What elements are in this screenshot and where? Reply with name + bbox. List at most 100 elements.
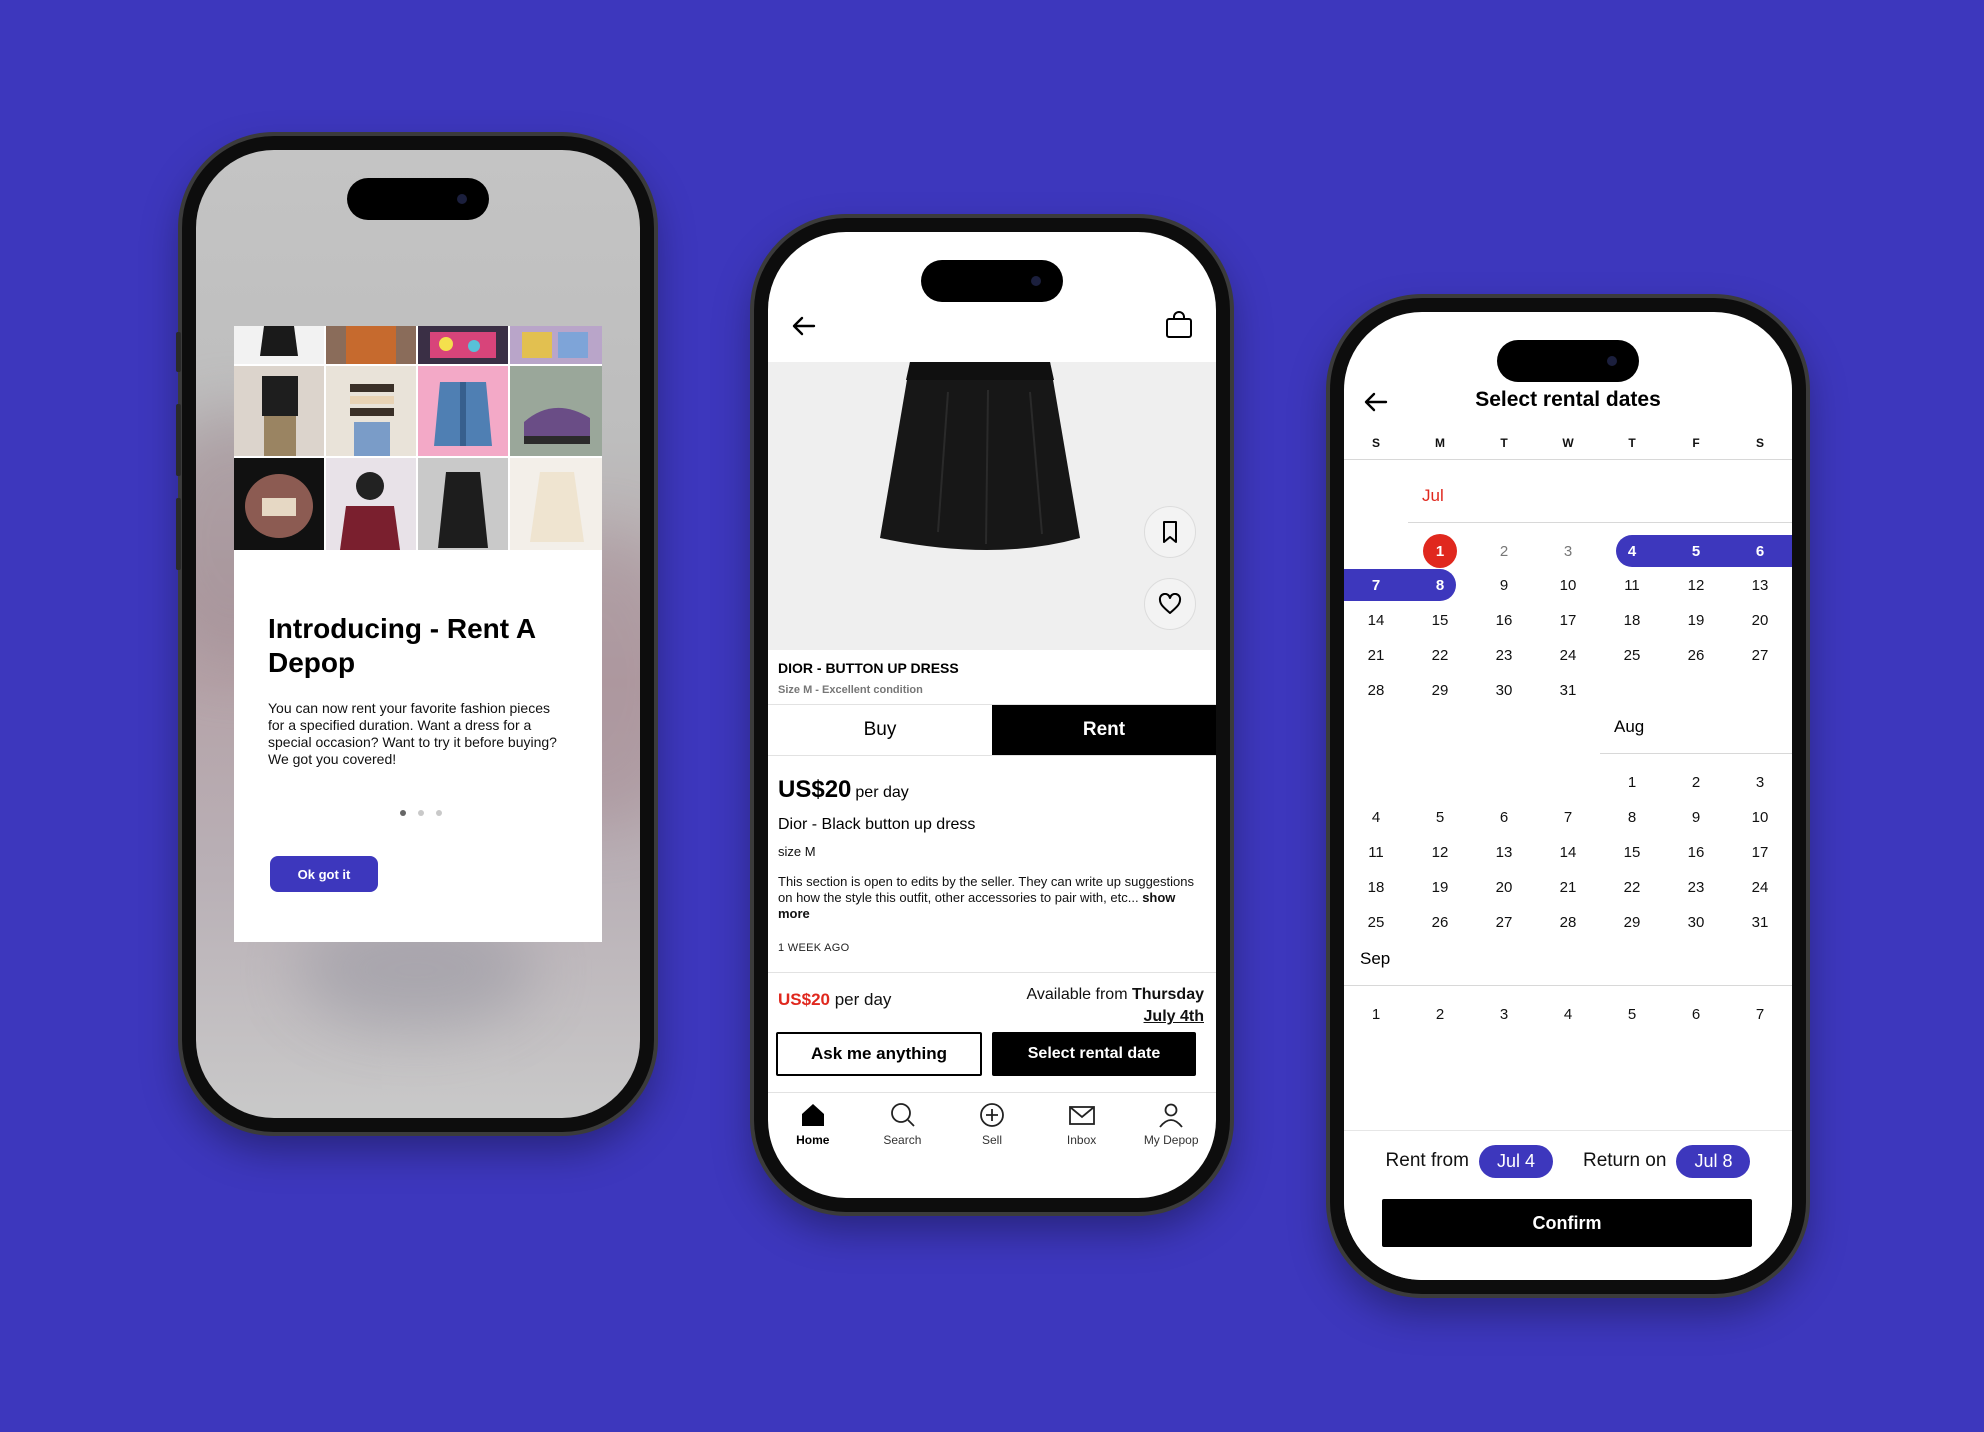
calendar-day[interactable]: 1 — [1600, 767, 1664, 797]
buy-rent-toggle: Buy Rent — [768, 704, 1216, 756]
calendar-day[interactable]: 15 — [1600, 837, 1664, 867]
calendar-day[interactable]: 7 — [1728, 999, 1792, 1029]
calendar-day[interactable]: 2 — [1664, 767, 1728, 797]
tab-rent[interactable]: Rent — [992, 705, 1216, 756]
calendar-day[interactable]: 18 — [1344, 872, 1408, 902]
calendar-day[interactable]: 27 — [1472, 907, 1536, 937]
calendar-day[interactable]: 30 — [1472, 675, 1536, 705]
calendar-day[interactable]: 7 — [1344, 570, 1408, 600]
calendar-day[interactable]: 2 — [1408, 999, 1472, 1029]
weekday-label: S — [1371, 436, 1380, 450]
tab-buy[interactable]: Buy — [768, 705, 992, 756]
confirm-button[interactable]: Confirm — [1382, 1199, 1752, 1247]
save-button[interactable] — [1144, 506, 1196, 558]
calendar-day[interactable]: 26 — [1664, 640, 1728, 670]
calendar-day[interactable]: 8 — [1600, 802, 1664, 832]
calendar-day[interactable]: 23 — [1472, 640, 1536, 670]
calendar-day[interactable]: 14 — [1344, 605, 1408, 635]
month-divider — [1408, 522, 1792, 523]
calendar-day[interactable]: 19 — [1664, 605, 1728, 635]
return-on-pill[interactable]: Jul 8 — [1676, 1144, 1751, 1178]
calendar-day[interactable]: 16 — [1664, 837, 1728, 867]
calendar-day[interactable]: 24 — [1728, 872, 1792, 902]
calendar-day[interactable]: 21 — [1536, 872, 1600, 902]
calendar-day[interactable]: 28 — [1344, 675, 1408, 705]
calendar-day[interactable]: 28 — [1536, 907, 1600, 937]
calendar-day[interactable]: 13 — [1472, 837, 1536, 867]
calendar-day[interactable]: 21 — [1344, 640, 1408, 670]
rent-from-pill[interactable]: Jul 4 — [1478, 1144, 1553, 1178]
calendar-day[interactable]: 6 — [1664, 999, 1728, 1029]
divider — [768, 972, 1216, 973]
calendar-day[interactable]: 23 — [1664, 872, 1728, 902]
calendar-day[interactable]: 31 — [1536, 675, 1600, 705]
tab-search[interactable]: Search — [858, 1093, 948, 1164]
calendar-day[interactable]: 3 — [1536, 536, 1600, 566]
calendar-day[interactable]: 3 — [1472, 999, 1536, 1029]
calendar-day[interactable]: 9 — [1472, 570, 1536, 600]
calendar-day[interactable]: 22 — [1408, 640, 1472, 670]
calendar-day[interactable]: 5 — [1600, 999, 1664, 1029]
calendar-day[interactable]: 25 — [1600, 640, 1664, 670]
calendar-day[interactable]: 3 — [1728, 767, 1792, 797]
calendar-day[interactable]: 10 — [1536, 570, 1600, 600]
calendar-day[interactable]: 26 — [1408, 907, 1472, 937]
calendar-day[interactable]: 4 — [1600, 536, 1664, 566]
intro-title: Introducing - Rent A Depop — [268, 613, 535, 678]
calendar-day[interactable]: 16 — [1472, 605, 1536, 635]
tab-inbox[interactable]: Inbox — [1037, 1093, 1127, 1164]
calendar-day[interactable]: 29 — [1600, 907, 1664, 937]
shopping-bag-icon[interactable] — [1164, 310, 1194, 340]
calendar-day[interactable]: 9 — [1664, 802, 1728, 832]
calendar-day[interactable]: 12 — [1664, 570, 1728, 600]
page-indicator — [400, 810, 442, 816]
calendar-day[interactable]: 17 — [1728, 837, 1792, 867]
calendar-day[interactable]: 17 — [1536, 605, 1600, 635]
page-dot[interactable] — [436, 810, 442, 816]
calendar-day[interactable]: 15 — [1408, 605, 1472, 635]
calendar-day[interactable]: 1 — [1344, 999, 1408, 1029]
calendar-day[interactable]: 27 — [1728, 640, 1792, 670]
calendar-day[interactable]: 24 — [1536, 640, 1600, 670]
page-dot[interactable] — [418, 810, 424, 816]
calendar-day[interactable]: 10 — [1728, 802, 1792, 832]
calendar-day[interactable]: 1 — [1408, 536, 1472, 566]
calendar-day[interactable]: 4 — [1536, 999, 1600, 1029]
select-rental-date-button[interactable]: Select rental date — [992, 1032, 1196, 1076]
page-dot-active[interactable] — [400, 810, 406, 816]
calendar-day[interactable]: 5 — [1664, 536, 1728, 566]
tab-home[interactable]: Home — [768, 1093, 858, 1164]
ok-got-it-button[interactable]: Ok got it — [270, 856, 378, 892]
calendar-day[interactable]: 20 — [1472, 872, 1536, 902]
calendar-day[interactable]: 20 — [1728, 605, 1792, 635]
calendar-day[interactable]: 2 — [1472, 536, 1536, 566]
tab-sell[interactable]: Sell — [947, 1093, 1037, 1164]
calendar-day[interactable]: 31 — [1728, 907, 1792, 937]
calendar-day[interactable]: 11 — [1600, 570, 1664, 600]
calendar-day[interactable]: 7 — [1536, 802, 1600, 832]
calendar-day[interactable]: 29 — [1408, 675, 1472, 705]
calendar-day[interactable]: 14 — [1536, 837, 1600, 867]
calendar-day[interactable]: 6 — [1728, 536, 1792, 566]
calendar-day[interactable]: 13 — [1728, 570, 1792, 600]
calendar-day[interactable]: 30 — [1664, 907, 1728, 937]
arrow-left-icon[interactable] — [790, 312, 818, 340]
ask-me-anything-button[interactable]: Ask me anything — [776, 1032, 982, 1076]
calendar-day[interactable]: 18 — [1600, 605, 1664, 635]
intro-screen: Introducing - Rent A Depop You can now r… — [196, 150, 640, 1118]
posted-time: 1 WEEK AGO — [778, 942, 850, 954]
calendar-day[interactable]: 19 — [1408, 872, 1472, 902]
calendar-day[interactable]: 25 — [1344, 907, 1408, 937]
weekday-label: M — [1435, 436, 1445, 450]
calendar-day[interactable]: 11 — [1344, 837, 1408, 867]
available-date: July 4th — [1143, 1008, 1204, 1025]
product-image[interactable] — [768, 362, 1216, 650]
tab-my-depop[interactable]: My Depop — [1126, 1093, 1216, 1164]
like-button[interactable] — [1144, 578, 1196, 630]
calendar-day[interactable]: 12 — [1408, 837, 1472, 867]
calendar-day[interactable]: 5 — [1408, 802, 1472, 832]
calendar-day[interactable]: 4 — [1344, 802, 1408, 832]
calendar-day[interactable]: 6 — [1472, 802, 1536, 832]
calendar-day[interactable]: 8 — [1408, 570, 1472, 600]
calendar-day[interactable]: 22 — [1600, 872, 1664, 902]
